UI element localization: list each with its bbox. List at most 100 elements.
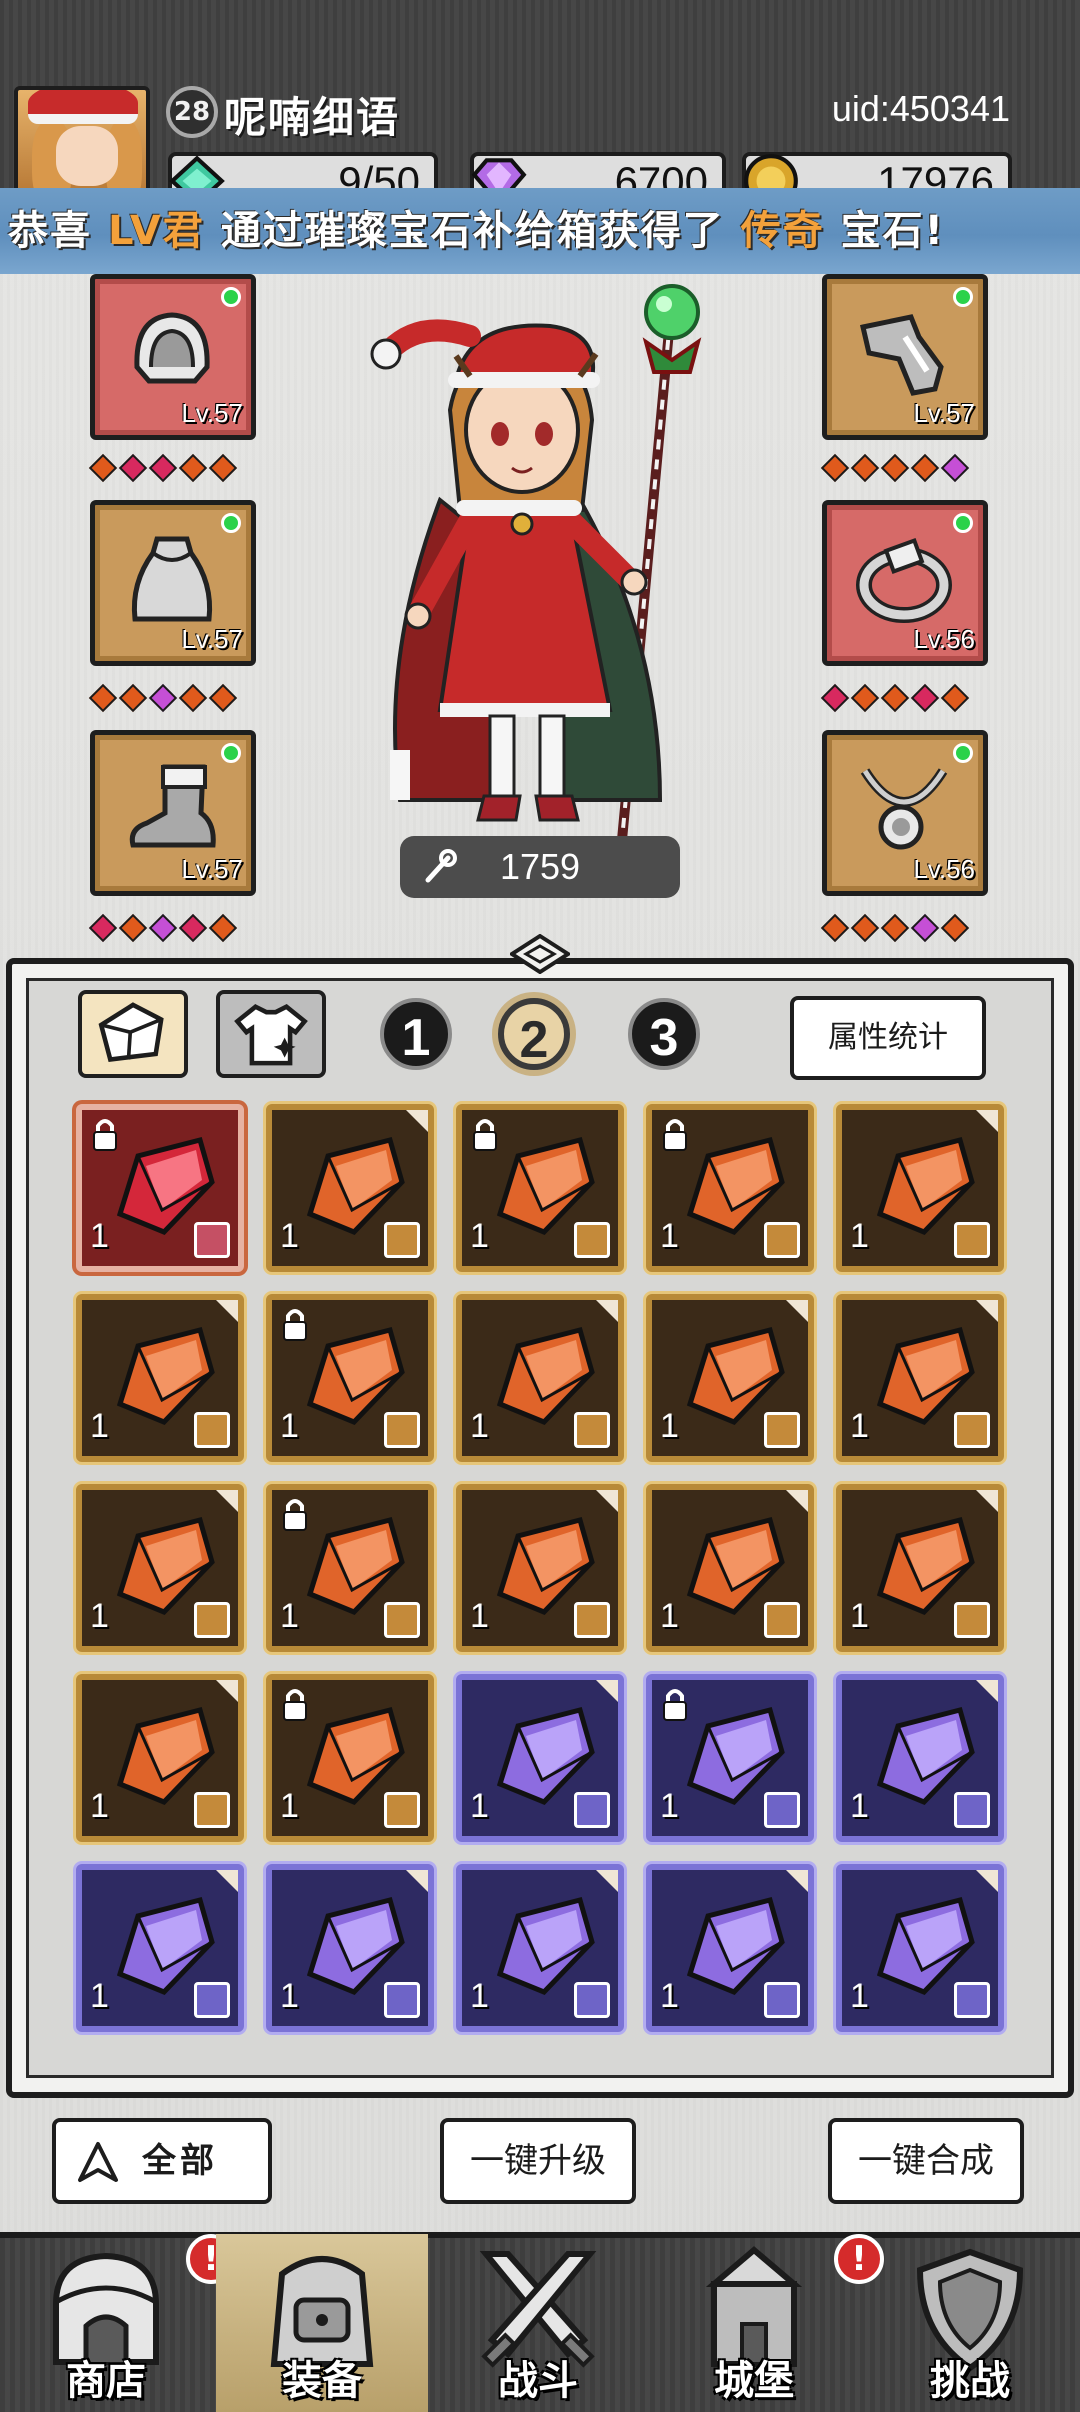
gem-slot-type-icon <box>574 1982 610 2018</box>
gem-quantity: 1 <box>850 1787 869 1825</box>
gem-slot-type-icon <box>574 1412 610 1448</box>
gem-quantity: 1 <box>280 1597 299 1635</box>
nav-battle[interactable]: 战斗 <box>432 2234 644 2412</box>
player-name: 呢喃细语 <box>224 93 401 142</box>
gauntlet-icon <box>859 314 944 396</box>
gem-slot[interactable]: 1 <box>646 1294 814 1462</box>
one-click-merge-button[interactable]: 一键合成 <box>828 2118 1024 2204</box>
gem-slot[interactable]: 1 <box>266 1104 434 1272</box>
gem-slot[interactable]: 1 <box>836 1674 1004 1842</box>
gem-quantity: 1 <box>850 1217 869 1255</box>
lock-icon <box>93 1119 117 1151</box>
gem-quantity: 1 <box>850 1977 869 2015</box>
gem-quantity: 1 <box>660 1597 679 1635</box>
upgrade-indicator <box>953 743 973 763</box>
gem-slot[interactable]: 1 <box>76 1484 244 1652</box>
gem-slot[interactable]: 1 <box>76 1294 244 1462</box>
gem-slot[interactable]: 1 <box>266 1674 434 1842</box>
gem-quantity: 1 <box>660 1787 679 1825</box>
tab-page-1[interactable]: 1 <box>380 998 452 1070</box>
new-corner-marker <box>216 1870 238 1892</box>
gem-sockets <box>820 683 970 718</box>
gem-slot-type-icon <box>194 1412 230 1448</box>
equip-slot-boots[interactable]: Lv.57 <box>90 730 256 896</box>
gem-slot-type-icon <box>574 1222 610 1258</box>
new-corner-marker <box>596 1870 618 1892</box>
gem-slot[interactable]: 1 <box>646 1484 814 1652</box>
hero-character[interactable] <box>360 280 720 840</box>
equip-slot-ring[interactable]: Lv.56 <box>822 500 988 666</box>
gem-slot[interactable]: 1 <box>836 1864 1004 2032</box>
new-corner-marker <box>976 1680 998 1702</box>
new-corner-marker <box>216 1490 238 1512</box>
gem-slot[interactable]: 1 <box>266 1294 434 1462</box>
gem-slot[interactable]: 1 <box>76 1104 244 1272</box>
gem-slot[interactable]: 1 <box>266 1864 434 2032</box>
upgrade-indicator <box>221 287 241 307</box>
gem-slot-type-icon <box>194 1792 230 1828</box>
equip-level: Lv.56 <box>913 854 975 884</box>
upgrade-indicator <box>221 743 241 763</box>
gem-quantity: 1 <box>90 1407 109 1445</box>
one-click-upgrade-button[interactable]: 一键升级 <box>440 2118 636 2204</box>
shirt-icon <box>234 1004 308 1066</box>
gem-quantity: 1 <box>470 1217 489 1255</box>
tab-outfits[interactable] <box>216 990 326 1078</box>
nav-label: 商店 <box>66 2358 146 2404</box>
gem-quantity: 1 <box>280 1217 299 1255</box>
gem-slot[interactable]: 1 <box>456 1294 624 1462</box>
gem-slot[interactable]: 1 <box>456 1484 624 1652</box>
gem-slot-type-icon <box>574 1602 610 1638</box>
gem-slot[interactable]: 1 <box>836 1104 1004 1272</box>
equip-slot-cape[interactable]: Lv.57 <box>90 500 256 666</box>
gem-slot[interactable]: 1 <box>76 1674 244 1842</box>
gem-slot[interactable]: 1 <box>456 1104 624 1272</box>
gem-slot[interactable]: 1 <box>456 1864 624 2032</box>
nav-challenge[interactable]: 挑战 <box>864 2234 1076 2412</box>
gem-quantity: 1 <box>660 1217 679 1255</box>
gem-slot-type-icon <box>764 1602 800 1638</box>
gem-quantity: 1 <box>90 1597 109 1635</box>
lock-icon <box>283 1499 307 1531</box>
tab-gems[interactable] <box>78 990 188 1078</box>
banner-text: 宝石! <box>840 208 945 254</box>
player-level-badge: 28 <box>166 86 218 138</box>
gem-grid: 1 1 1 1 1 1 1 1 1 1 1 1 1 1 1 1 1 1 1 1 1 1 1 1 1 <box>60 1100 1020 2060</box>
gem-slot[interactable]: 1 <box>646 1104 814 1272</box>
gem-quantity: 1 <box>470 1597 489 1635</box>
gem-sockets <box>820 453 970 488</box>
gem-slot[interactable]: 1 <box>266 1484 434 1652</box>
nav-label: 装备 <box>282 2358 362 2404</box>
equip-slot-helmet[interactable]: Lv.57 <box>90 274 256 440</box>
helmet-icon <box>134 312 210 384</box>
equip-slot-necklace[interactable]: Lv.56 <box>822 730 988 896</box>
nav-shop[interactable]: 商店 <box>0 2234 212 2412</box>
gem-slot[interactable]: 1 <box>646 1864 814 2032</box>
gem-slot-type-icon <box>764 1982 800 2018</box>
filter-all-button[interactable]: 全部 <box>52 2118 272 2204</box>
nav-equipment[interactable]: 装备 <box>216 2234 428 2412</box>
equip-slot-gauntlet[interactable]: Lv.57 <box>822 274 988 440</box>
gem-slot[interactable]: 1 <box>836 1484 1004 1652</box>
upgrade-indicator <box>221 513 241 533</box>
gem-slot-type-icon <box>764 1792 800 1828</box>
gem-slot-type-icon <box>954 1602 990 1638</box>
gem-slot-type-icon <box>194 1982 230 2018</box>
new-corner-marker <box>216 1680 238 1702</box>
gem-slot-type-icon <box>194 1222 230 1258</box>
gem-slot[interactable]: 1 <box>76 1864 244 2032</box>
player-avatar[interactable] <box>14 86 150 204</box>
gem-slot-type-icon <box>954 1412 990 1448</box>
gem-slot[interactable]: 1 <box>646 1674 814 1842</box>
gem-slot[interactable]: 1 <box>456 1674 624 1842</box>
gem-quantity: 1 <box>280 1977 299 2015</box>
attribute-stats-button[interactable]: 属性统计 <box>790 996 986 1080</box>
gem-slot[interactable]: 1 <box>836 1294 1004 1462</box>
tab-page-3[interactable]: 3 <box>628 998 700 1070</box>
new-corner-marker <box>216 1300 238 1322</box>
gem-quantity: 1 <box>90 1787 109 1825</box>
gem-sockets <box>88 913 238 948</box>
nav-castle[interactable]: 城堡 <box>648 2234 860 2412</box>
tab-page-2[interactable]: 2 <box>498 998 570 1070</box>
new-corner-marker <box>976 1870 998 1892</box>
